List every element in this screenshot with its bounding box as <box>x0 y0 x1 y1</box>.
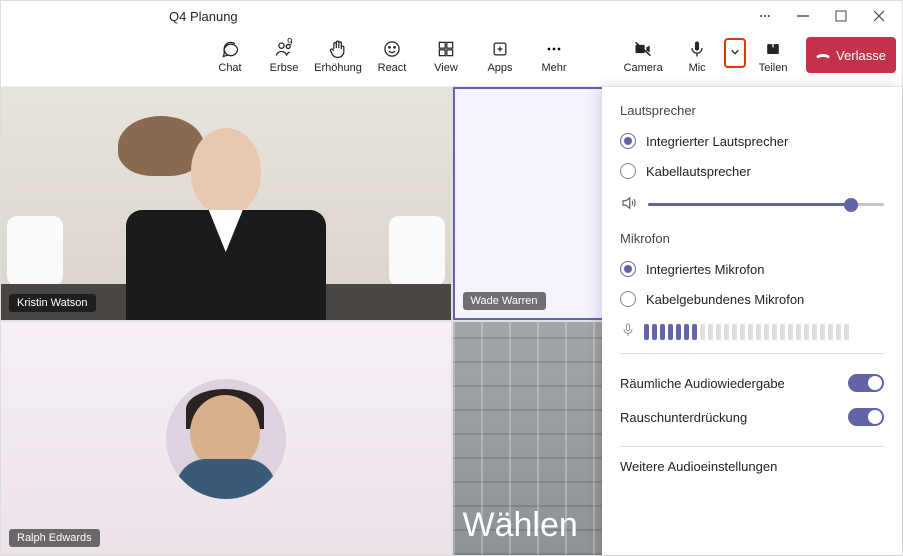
chevron-down-icon <box>730 44 740 62</box>
mic-option-wired[interactable]: Kabelgebundenes Mikrofon <box>620 284 884 314</box>
toolbar: Chat 9 Erbse Erhöhung React View Apps <box>1 31 902 87</box>
apps-icon <box>490 38 510 60</box>
ellipsis-icon[interactable] <box>746 1 784 31</box>
mic-dropdown-button[interactable] <box>724 38 746 68</box>
spatial-audio-label: Räumliche Audiowiedergabe <box>620 376 785 391</box>
more-button[interactable]: Mehr <box>527 31 581 81</box>
camera-off-icon <box>633 38 653 60</box>
participant-tile[interactable]: Ralph Edwards <box>1 322 451 555</box>
people-button[interactable]: 9 Erbse <box>257 31 311 81</box>
close-button[interactable] <box>860 1 898 31</box>
maximize-button[interactable] <box>822 1 860 31</box>
more-audio-settings-link[interactable]: Weitere Audioeinstellungen <box>620 459 884 474</box>
divider <box>620 446 884 447</box>
view-button[interactable]: View <box>419 31 473 81</box>
radio-icon <box>620 291 636 307</box>
volume-icon <box>620 194 648 215</box>
share-icon <box>763 38 783 60</box>
decor <box>7 216 63 286</box>
radio-icon <box>620 133 636 149</box>
grid-icon <box>436 38 456 60</box>
more-icon <box>544 38 564 60</box>
leave-button[interactable]: Verlasse <box>806 37 896 73</box>
chat-icon <box>220 38 240 60</box>
react-button[interactable]: React <box>365 31 419 81</box>
noise-suppression-toggle[interactable] <box>848 408 884 426</box>
decor <box>389 216 445 286</box>
share-button[interactable]: Teilen <box>746 31 800 81</box>
participant-video <box>126 128 326 320</box>
spatial-audio-toggle[interactable] <box>848 374 884 392</box>
avatar <box>166 379 286 499</box>
mic-header: Mikrofon <box>620 231 884 246</box>
speaker-option-wired[interactable]: Kabellautsprecher <box>620 156 884 186</box>
participant-name: Kristin Watson <box>9 294 96 312</box>
mic-option-integrated[interactable]: Integriertes Mikrofon <box>620 254 884 284</box>
raise-hand-button[interactable]: Erhöhung <box>311 31 365 81</box>
mic-icon <box>687 38 707 60</box>
noise-suppression-label: Rauschunterdrückung <box>620 410 747 425</box>
meeting-title: Q4 Planung <box>169 9 238 24</box>
overlay-text: Wählen <box>463 506 578 545</box>
camera-button[interactable]: Camera <box>616 31 670 81</box>
divider <box>620 353 884 354</box>
emoji-icon <box>382 38 402 60</box>
hangup-icon <box>814 45 836 66</box>
chat-button[interactable]: Chat <box>203 31 257 81</box>
video-stage: Kristin Watson Wade Warren Ralph Edwards… <box>1 87 902 555</box>
radio-icon <box>620 261 636 277</box>
people-count: 9 <box>287 37 293 48</box>
mic-level-meter <box>644 324 884 340</box>
audio-settings-panel: Lautsprecher Integrierter Lautsprecher K… <box>602 87 902 555</box>
hand-icon <box>328 38 348 60</box>
volume-slider[interactable] <box>648 203 884 206</box>
apps-button[interactable]: Apps <box>473 31 527 81</box>
title-bar: Q4 Planung <box>1 1 902 31</box>
participant-tile[interactable]: Kristin Watson <box>1 87 451 320</box>
mic-level-icon <box>620 322 644 341</box>
participant-name: Ralph Edwards <box>9 529 100 547</box>
minimize-button[interactable] <box>784 1 822 31</box>
mic-button[interactable]: Mic <box>670 31 724 81</box>
speaker-header: Lautsprecher <box>620 103 884 118</box>
radio-icon <box>620 163 636 179</box>
participant-name: Wade Warren <box>463 292 546 310</box>
speaker-option-integrated[interactable]: Integrierter Lautsprecher <box>620 126 884 156</box>
